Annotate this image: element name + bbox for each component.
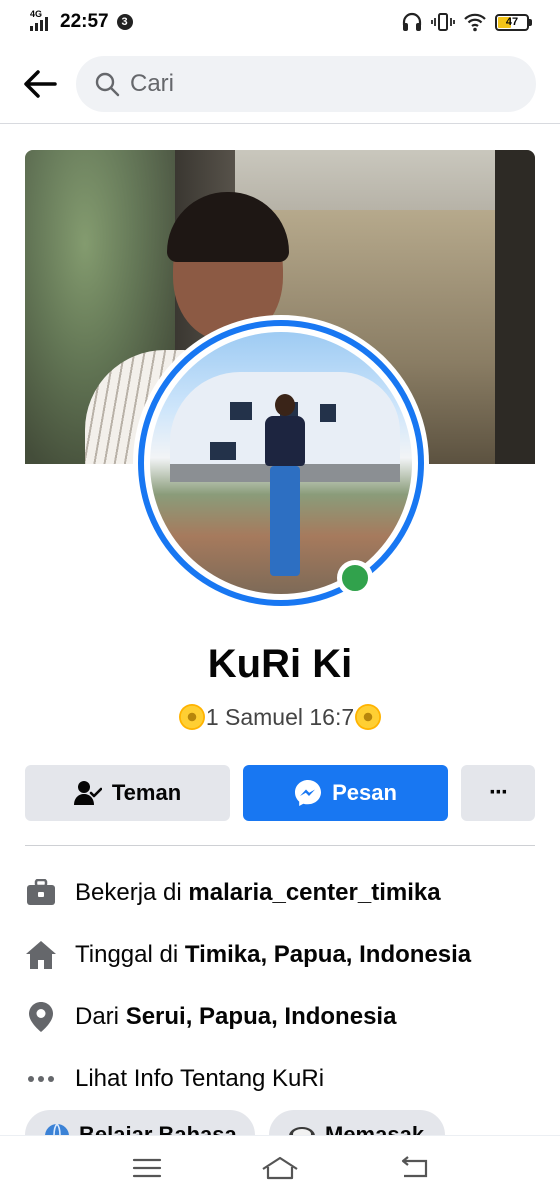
- search-bar[interactable]: [76, 55, 536, 112]
- status-bar: 4G 22:57 3 47: [0, 0, 560, 44]
- profile-picture[interactable]: [133, 315, 429, 611]
- search-icon: [95, 72, 120, 96]
- hobby-chip[interactable]: Belajar Bahasa: [25, 1110, 255, 1135]
- sunflower-icon: [354, 703, 382, 731]
- info-from-prefix: Dari: [75, 1003, 120, 1030]
- globe-icon: [45, 1123, 69, 1135]
- search-input[interactable]: [130, 69, 470, 98]
- see-about-info-link[interactable]: Lihat Info Tentang KuRi: [25, 1048, 535, 1110]
- hobby-chip-label: Belajar Bahasa: [79, 1122, 237, 1135]
- home-icon: [25, 939, 57, 971]
- info-work: Bekerja di malaria_center_timika: [25, 862, 535, 924]
- back-nav-button[interactable]: [383, 1148, 443, 1188]
- profile-bio: 1 Samuel 16:7: [0, 703, 560, 731]
- system-navigation-bar: [0, 1135, 560, 1200]
- chef-hat-icon: [289, 1127, 315, 1135]
- notification-count-badge: 3: [116, 14, 133, 30]
- friends-button-label: Teman: [111, 780, 182, 805]
- sunflower-icon: [178, 703, 206, 731]
- hobby-chip[interactable]: Memasak: [269, 1110, 445, 1135]
- wifi-icon: [464, 13, 486, 32]
- info-work-value[interactable]: malaria_center_timika: [188, 879, 440, 907]
- battery-icon: 47: [495, 13, 532, 31]
- profile-actions: Teman Pesan ···: [25, 765, 535, 821]
- info-lives-in: Tinggal di Timika, Papua, Indonesia: [25, 924, 535, 986]
- info-lives-in-prefix: Tinggal di: [75, 941, 179, 968]
- message-button[interactable]: Pesan: [243, 765, 448, 821]
- info-from: Dari Serui, Papua, Indonesia: [25, 986, 535, 1048]
- info-lives-in-value[interactable]: Timika, Papua, Indonesia: [185, 941, 471, 969]
- info-work-prefix: Bekerja di: [75, 879, 182, 906]
- battery-level: 47: [505, 16, 519, 28]
- return-icon: [402, 1156, 428, 1178]
- bio-text: 1 Samuel 16:7: [205, 703, 355, 730]
- see-about-info-label: Lihat Info Tentang KuRi: [75, 1065, 325, 1092]
- signal-icon: 4G: [30, 9, 52, 31]
- profile-info-list: Bekerja di malaria_center_timika Tinggal…: [25, 862, 535, 1110]
- more-dots-icon: [25, 1063, 57, 1095]
- menu-button[interactable]: [117, 1148, 177, 1188]
- hobby-chips: Belajar Bahasa Memasak: [25, 1110, 535, 1135]
- more-options-button[interactable]: ···: [461, 765, 535, 821]
- home-button[interactable]: [250, 1148, 310, 1188]
- menu-icon: [132, 1158, 161, 1178]
- more-dots-icon: ···: [489, 779, 509, 806]
- messenger-icon: [295, 780, 322, 806]
- home-outline-icon: [262, 1156, 298, 1180]
- headphones-icon: [402, 12, 422, 31]
- top-bar: [0, 44, 560, 124]
- arrow-left-icon: [24, 69, 57, 98]
- avatar: [150, 332, 412, 594]
- clock: 22:57: [60, 11, 109, 32]
- back-button[interactable]: [20, 64, 60, 104]
- message-button-label: Pesan: [332, 780, 397, 805]
- location-pin-icon: [25, 1001, 57, 1033]
- info-from-value[interactable]: Serui, Papua, Indonesia: [126, 1003, 397, 1031]
- online-status-indicator: [337, 560, 373, 596]
- hobby-chip-label: Memasak: [325, 1122, 425, 1135]
- friends-button[interactable]: Teman: [25, 765, 230, 821]
- friend-check-icon: [73, 781, 102, 805]
- vibrate-icon: [431, 13, 455, 31]
- divider: [25, 845, 535, 846]
- briefcase-icon: [25, 877, 57, 909]
- profile-name: KuRi Ki: [207, 642, 353, 686]
